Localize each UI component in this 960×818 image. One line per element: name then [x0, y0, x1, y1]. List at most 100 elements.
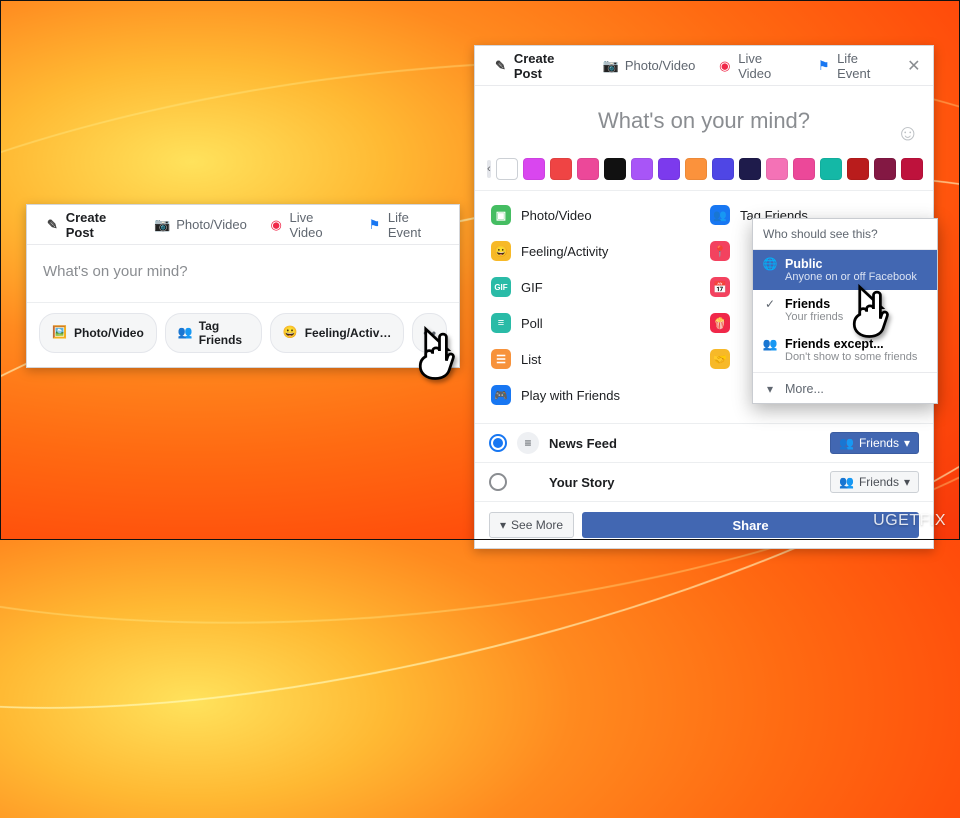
audience-more[interactable]: ▾ More...	[753, 375, 937, 403]
opt-feeling[interactable]: 😀 Feeling/Activity	[491, 235, 698, 267]
swatch-prev[interactable]: ‹	[487, 160, 491, 178]
gamepad-icon: 🎮	[491, 385, 511, 405]
tab-create-post[interactable]: Create Post	[483, 46, 591, 85]
audience-story-button[interactable]: 👥Friends▾	[830, 471, 919, 493]
opt-label: Feeling/Activity	[521, 244, 608, 259]
tab-label: Create Post	[66, 210, 132, 240]
tab-life-event[interactable]: Life Event	[357, 205, 451, 244]
composer-collapsed: Create Post Photo/Video Live Video Life …	[26, 204, 460, 368]
tab-create-post[interactable]: Create Post	[35, 205, 142, 244]
bg-swatch[interactable]	[658, 158, 680, 180]
tag-icon: 👥	[178, 325, 193, 341]
live-icon	[717, 58, 732, 74]
check-icon: ✓	[763, 297, 777, 311]
bg-swatch[interactable]	[604, 158, 626, 180]
globe-icon: 🌐	[763, 257, 777, 271]
bg-swatch[interactable]	[712, 158, 734, 180]
bg-swatch[interactable]	[631, 158, 653, 180]
pencil-icon	[45, 217, 60, 233]
bg-swatch[interactable]	[874, 158, 896, 180]
audience-friends[interactable]: ✓ FriendsYour friends	[753, 290, 937, 330]
share-button[interactable]: Share	[582, 512, 919, 538]
opt-photo-video[interactable]: ▣ Photo/Video	[491, 199, 698, 231]
bg-swatch[interactable]	[496, 158, 518, 180]
audience-newsfeed-button[interactable]: 👥Friends▾	[830, 432, 919, 454]
tab-label: Live Video	[290, 210, 346, 240]
bg-swatch[interactable]	[793, 158, 815, 180]
chip-label: Tag Friends	[199, 319, 249, 347]
opt-label: Photo/Video	[521, 208, 592, 223]
bg-swatch[interactable]	[523, 158, 545, 180]
item-desc: Your friends	[785, 311, 843, 323]
tab-label: Live Video	[738, 51, 794, 81]
composer-tabs: Create Post Photo/Video Live Video Life …	[475, 46, 933, 86]
tab-live-video[interactable]: Live Video	[259, 205, 355, 244]
audience-popover: Who should see this? 🌐 PublicAnyone on o…	[752, 218, 938, 404]
audience-public[interactable]: 🌐 PublicAnyone on or off Facebook	[753, 250, 937, 290]
poll-icon: ≡	[491, 313, 511, 333]
radio-checked-icon[interactable]	[489, 434, 507, 452]
calendar-icon: 📅	[710, 277, 730, 297]
pencil-icon	[493, 58, 508, 74]
item-desc: Anyone on or off Facebook	[785, 271, 917, 283]
opt-poll[interactable]: ≡Poll	[491, 307, 698, 339]
location-icon: 📍	[710, 241, 730, 261]
popover-title: Who should see this?	[753, 219, 937, 250]
opt-label: Play with Friends	[521, 388, 620, 403]
item-title: Friends	[785, 297, 843, 311]
bg-swatch[interactable]	[577, 158, 599, 180]
flag-icon	[816, 58, 831, 74]
bg-swatch[interactable]	[901, 158, 923, 180]
dest-label: News Feed	[549, 436, 617, 451]
tab-live-video[interactable]: Live Video	[707, 46, 804, 85]
close-button[interactable]: ✕	[903, 56, 925, 76]
photo-icon: ▣	[491, 205, 511, 225]
opt-list[interactable]: ☰List	[491, 343, 698, 375]
bg-swatch[interactable]	[766, 158, 788, 180]
destination-story[interactable]: Your Story 👥Friends▾	[475, 462, 933, 501]
popcorn-icon: 🍿	[710, 313, 730, 333]
chip-feeling[interactable]: 😀Feeling/Activ…	[270, 313, 405, 353]
bg-swatch[interactable]	[820, 158, 842, 180]
item-title: Friends except...	[785, 337, 917, 351]
gif-icon: GIF	[491, 277, 511, 297]
bg-swatch[interactable]	[685, 158, 707, 180]
caret-down-icon: ▾	[904, 436, 910, 450]
camera-icon	[154, 217, 170, 233]
feeling-icon: 😀	[491, 241, 511, 261]
bg-swatch[interactable]	[550, 158, 572, 180]
tab-photo-video[interactable]: Photo/Video	[593, 46, 706, 85]
post-prompt[interactable]: What's on your mind?	[27, 245, 459, 302]
tag-icon: 👥	[710, 205, 730, 225]
opt-label: List	[521, 352, 541, 367]
flag-icon	[367, 217, 382, 233]
caret-down-icon: ▾	[763, 382, 777, 396]
post-prompt[interactable]: What's on your mind? ☺	[475, 86, 933, 152]
opt-label: GIF	[521, 280, 543, 295]
opt-gif[interactable]: GIF GIF	[491, 271, 698, 303]
photo-icon: 🖼️	[52, 325, 68, 341]
btn-label: See More	[511, 518, 563, 532]
chip-label: Photo/Video	[74, 326, 144, 340]
bottom-actions: ▾See More Share	[475, 501, 933, 548]
bg-swatch[interactable]	[739, 158, 761, 180]
emoji-picker-button[interactable]: ☺	[897, 120, 919, 146]
dest-label: Your Story	[549, 475, 615, 490]
item-title: More...	[785, 382, 824, 396]
tab-photo-video[interactable]: Photo/Video	[144, 205, 257, 244]
camera-icon	[603, 58, 619, 74]
destination-newsfeed[interactable]: ≡ News Feed 👥Friends▾	[475, 423, 933, 462]
radio-empty-icon[interactable]	[489, 473, 507, 491]
tab-life-event[interactable]: Life Event	[806, 46, 900, 85]
see-more-button[interactable]: ▾See More	[489, 512, 574, 538]
chip-tag-friends[interactable]: 👥 Tag Friends	[165, 313, 262, 353]
chip-more[interactable]: •••	[412, 313, 447, 353]
bg-swatch[interactable]	[847, 158, 869, 180]
friends-icon: 👥	[839, 475, 854, 489]
audience-friends-except[interactable]: 👥 Friends except...Don't show to some fr…	[753, 330, 937, 370]
chip-label: Feeling/Activ…	[305, 326, 392, 340]
opt-play[interactable]: 🎮 Play with Friends	[491, 379, 698, 411]
more-dots-icon: •••	[423, 326, 436, 340]
chip-photo-video[interactable]: 🖼️ Photo/Video	[39, 313, 157, 353]
support-icon: 🤝	[710, 349, 730, 369]
